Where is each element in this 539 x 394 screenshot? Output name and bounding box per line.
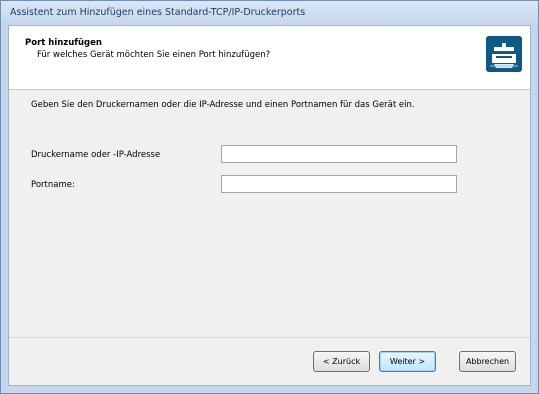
wizard-footer: < Zurück Weiter > Abbrechen bbox=[9, 337, 530, 385]
page-title: Port hinzufügen bbox=[25, 38, 102, 48]
instruction-text: Geben Sie den Druckernamen oder die IP-A… bbox=[31, 100, 415, 110]
port-name-input[interactable] bbox=[221, 175, 457, 193]
printer-name-label: Druckername oder -IP-Adresse bbox=[31, 150, 161, 160]
cancel-button[interactable]: Abbrechen bbox=[459, 351, 516, 372]
wizard-content: Port hinzufügen Für welches Gerät möchte… bbox=[8, 25, 531, 386]
back-button[interactable]: < Zurück bbox=[313, 351, 370, 372]
printer-name-input[interactable] bbox=[221, 145, 457, 163]
window-title: Assistent zum Hinzufügen eines Standard-… bbox=[10, 7, 306, 18]
printer-port-wizard-icon bbox=[486, 36, 522, 72]
port-name-label: Portname: bbox=[31, 180, 75, 190]
page-subtitle: Für welches Gerät möchten Sie einen Port… bbox=[37, 50, 271, 60]
wizard-window: Assistent zum Hinzufügen eines Standard-… bbox=[0, 0, 539, 394]
wizard-body: Geben Sie den Druckernamen oder die IP-A… bbox=[9, 90, 530, 337]
wizard-header: Port hinzufügen Für welches Gerät möchte… bbox=[9, 26, 530, 90]
title-bar[interactable]: Assistent zum Hinzufügen eines Standard-… bbox=[1, 1, 538, 25]
next-button[interactable]: Weiter > bbox=[379, 351, 436, 372]
